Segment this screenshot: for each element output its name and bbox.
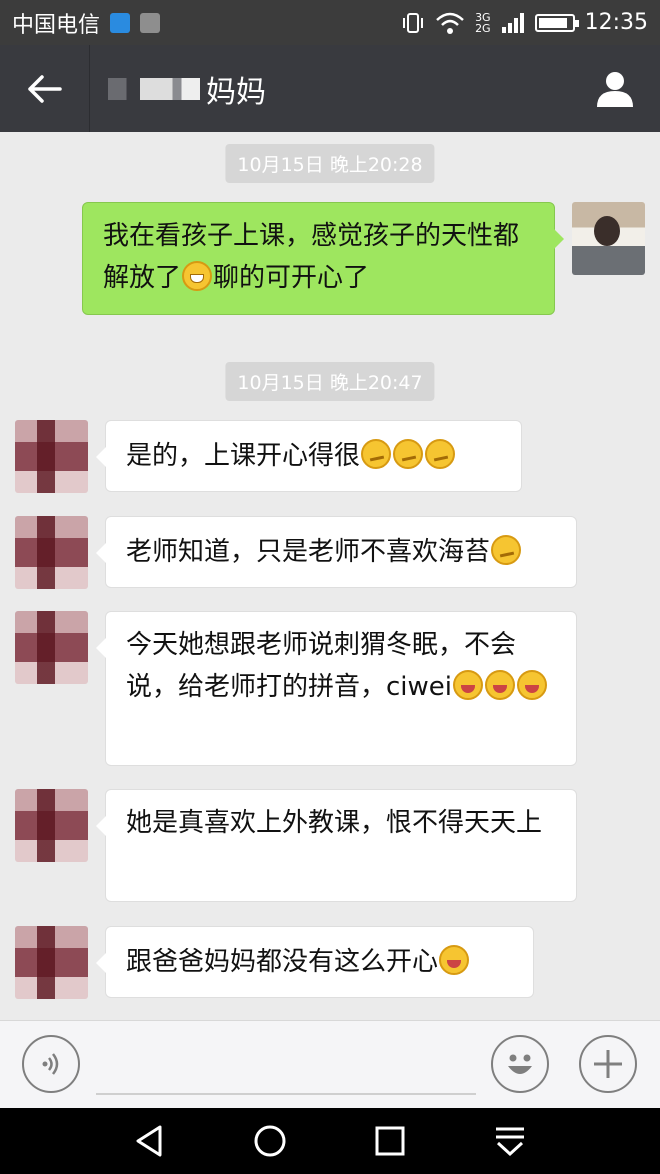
recents-square-icon xyxy=(375,1126,405,1156)
timestamp: 10月15日 晚上20:28 xyxy=(225,144,435,183)
input-bar xyxy=(0,1020,660,1108)
image-notification-icon xyxy=(140,12,161,33)
message-list[interactable]: 10月15日 晚上20:28 我在看孩子上课，感觉孩子的天性都解放了 聊的可开心了… xyxy=(0,132,660,1020)
emoji-button[interactable] xyxy=(491,1035,549,1093)
back-button[interactable] xyxy=(0,45,90,132)
message-bubble-received[interactable]: 是的，上课开心得很 xyxy=(96,420,522,492)
chat-info-button[interactable] xyxy=(570,45,660,132)
message-text: 老师知道，只是老师不喜欢海苔 xyxy=(126,537,491,567)
message-bubble-sent[interactable]: 我在看孩子上课，感觉孩子的天性都解放了 聊的可开心了 xyxy=(82,202,564,315)
message-bubble-received[interactable]: 她是真喜欢上外教课，恨不得天天上 xyxy=(96,789,577,902)
nav-home-button[interactable] xyxy=(250,1121,290,1161)
contact-avatar[interactable] xyxy=(15,420,88,493)
app-notification-icon xyxy=(110,12,131,33)
plus-icon xyxy=(594,1050,622,1078)
laugh-cry-emoji-icon xyxy=(485,670,516,700)
message-text: 聊的可开心了 xyxy=(213,263,370,293)
network-type: 3G 2G xyxy=(475,12,491,34)
message-bubble-received[interactable]: 跟爸爸妈妈都没有这么开心 xyxy=(96,926,534,998)
voice-icon xyxy=(42,1053,59,1075)
laugh-cry-emoji-icon xyxy=(453,670,484,700)
contact-avatar[interactable] xyxy=(15,789,88,862)
home-circle-icon xyxy=(254,1125,286,1157)
smiley-icon xyxy=(508,1054,532,1074)
carrier-label: 中国电信 xyxy=(12,12,101,38)
signal-icon xyxy=(501,12,524,33)
chat-title-text: 妈妈 xyxy=(206,74,266,110)
notification-pull-icon xyxy=(496,1127,524,1157)
laugh-cry-emoji-icon xyxy=(439,945,470,975)
clock: 12:35 xyxy=(584,10,648,35)
person-icon xyxy=(597,71,633,107)
message-text: 是的，上课开心得很 xyxy=(126,441,361,471)
nav-back-button[interactable] xyxy=(130,1121,170,1161)
contact-avatar[interactable] xyxy=(15,516,88,589)
back-arrow-icon xyxy=(27,74,62,103)
voice-button[interactable] xyxy=(22,1035,80,1093)
back-triangle-icon xyxy=(136,1125,162,1157)
nav-notification-button[interactable] xyxy=(490,1121,530,1161)
chat-header: 妈妈 xyxy=(0,45,660,132)
smirk-emoji-icon xyxy=(491,535,522,565)
status-bar: 中国电信 3G 2G 12:35 xyxy=(0,0,660,45)
smirk-emoji-icon xyxy=(425,439,456,469)
battery-icon xyxy=(534,13,579,32)
grin-emoji-icon xyxy=(182,261,213,291)
network-2g: 2G xyxy=(475,21,491,35)
my-avatar[interactable] xyxy=(572,202,645,275)
network-3g: 3G xyxy=(475,10,491,24)
system-nav-bar xyxy=(0,1108,660,1174)
message-bubble-received[interactable]: 老师知道，只是老师不喜欢海苔 xyxy=(96,516,577,588)
more-button[interactable] xyxy=(579,1035,637,1093)
contact-avatar[interactable] xyxy=(15,926,88,999)
nav-recents-button[interactable] xyxy=(370,1121,410,1161)
timestamp: 10月15日 晚上20:47 xyxy=(225,362,435,401)
message-bubble-received[interactable]: 今天她想跟老师说刺猬冬眠，不会说，给老师打的拼音，ciwei xyxy=(96,611,577,766)
message-text: 她是真喜欢上外教课，恨不得天天上 xyxy=(126,808,543,838)
laugh-cry-emoji-icon xyxy=(517,670,548,700)
redacted-name xyxy=(108,77,200,100)
smirk-emoji-icon xyxy=(361,439,392,469)
message-text: 跟爸爸妈妈都没有这么开心 xyxy=(126,947,439,977)
vibrate-icon xyxy=(403,12,424,33)
chat-title: 妈妈 xyxy=(108,67,266,111)
message-input[interactable] xyxy=(96,1093,476,1095)
smirk-emoji-icon xyxy=(393,439,424,469)
wifi-icon xyxy=(436,12,464,34)
contact-avatar[interactable] xyxy=(15,611,88,684)
